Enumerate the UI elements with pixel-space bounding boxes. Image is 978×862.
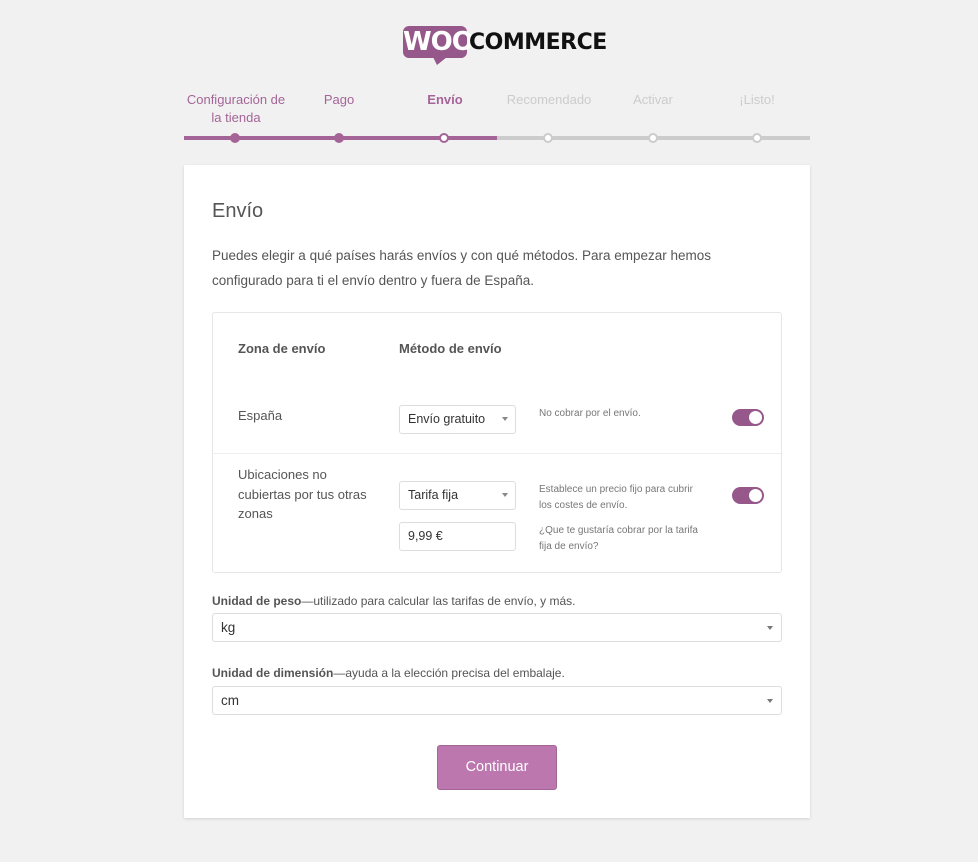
dimension-unit-label: Unidad de dimensión—ayuda a la elección … bbox=[212, 666, 565, 680]
dimension-unit-label-bold: Unidad de dimensión bbox=[212, 666, 334, 680]
weight-unit-select[interactable]: kg bbox=[212, 613, 782, 642]
flat-rate-price-input[interactable]: 9,99 € bbox=[399, 522, 516, 551]
chevron-down-icon bbox=[502, 493, 508, 497]
continue-button[interactable]: Continuar bbox=[437, 745, 557, 790]
chevron-down-icon bbox=[767, 699, 773, 703]
step-dot-recommended bbox=[543, 133, 553, 143]
chevron-down-icon bbox=[767, 626, 773, 630]
flat-rate-price-description: ¿Que te gustaría cobrar por la tarifa fi… bbox=[539, 525, 698, 552]
shipping-method-select-other[interactable]: Tarifa fija bbox=[399, 481, 516, 510]
dimension-unit-label-hint: —ayuda a la elección precisa del embalaj… bbox=[333, 666, 565, 680]
page-title: Envío bbox=[212, 200, 264, 222]
step-ready: ¡Listo! bbox=[739, 92, 775, 107]
zone-name-other-locations: Ubicaciones no cubiertas por tus otras z… bbox=[238, 467, 367, 521]
weight-unit-label-bold: Unidad de peso bbox=[212, 594, 302, 608]
woocommerce-logo: WOO COMMERCE bbox=[403, 24, 607, 66]
dimension-unit-select[interactable]: cm bbox=[212, 686, 782, 715]
zone-column-header: Zona de envío bbox=[238, 341, 326, 356]
method-description-other: Establece un precio fijo para cubrir los… bbox=[539, 484, 693, 511]
weight-unit-label-hint: —utilizado para calcular las tarifas de … bbox=[301, 594, 576, 608]
zone-row-divider bbox=[213, 453, 781, 454]
shipping-method-value: Envío gratuito bbox=[408, 412, 486, 426]
weight-unit-label: Unidad de peso—utilizado para calcular l… bbox=[212, 594, 575, 608]
enable-toggle-other[interactable] bbox=[732, 487, 764, 504]
zone-name-spain: España bbox=[238, 408, 283, 423]
step-shipping: Envío bbox=[427, 92, 463, 107]
logo-bubble-tail bbox=[433, 57, 447, 65]
step-dot-payment bbox=[334, 133, 344, 143]
method-column-header: Método de envío bbox=[399, 341, 502, 356]
setup-steps: Configuración de la tienda Pago Envío Re… bbox=[184, 91, 810, 143]
enable-toggle-spain[interactable] bbox=[732, 409, 764, 426]
step-store-setup: Configuración de la tienda bbox=[186, 92, 286, 125]
step-dot-shipping bbox=[439, 133, 449, 143]
method-description-spain: No cobrar por el envío. bbox=[539, 408, 641, 419]
step-dot-ready bbox=[752, 133, 762, 143]
shipping-zones-table: Zona de envío Método de envío España Env… bbox=[212, 312, 782, 573]
intro-text: Puedes elegir a qué países harás envíos … bbox=[212, 248, 712, 288]
shipping-setup-card: Envío Puedes elegir a qué países harás e… bbox=[184, 165, 810, 818]
shipping-method-value: Tarifa fija bbox=[408, 488, 459, 502]
step-payment: Pago bbox=[323, 92, 355, 107]
step-dot-store-setup bbox=[230, 133, 240, 143]
toggle-knob bbox=[749, 411, 762, 424]
step-activate: Activar bbox=[633, 92, 673, 107]
chevron-down-icon bbox=[502, 417, 508, 421]
step-dot-activate bbox=[648, 133, 658, 143]
logo-commerce-text: COMMERCE bbox=[469, 30, 607, 55]
logo-woo-text: WOO bbox=[403, 27, 474, 57]
step-recommended: Recomendado bbox=[506, 92, 592, 107]
shipping-method-select-spain[interactable]: Envío gratuito bbox=[399, 405, 516, 434]
dimension-unit-value: cm bbox=[221, 693, 239, 708]
toggle-knob bbox=[749, 489, 762, 502]
weight-unit-value: kg bbox=[221, 620, 236, 635]
